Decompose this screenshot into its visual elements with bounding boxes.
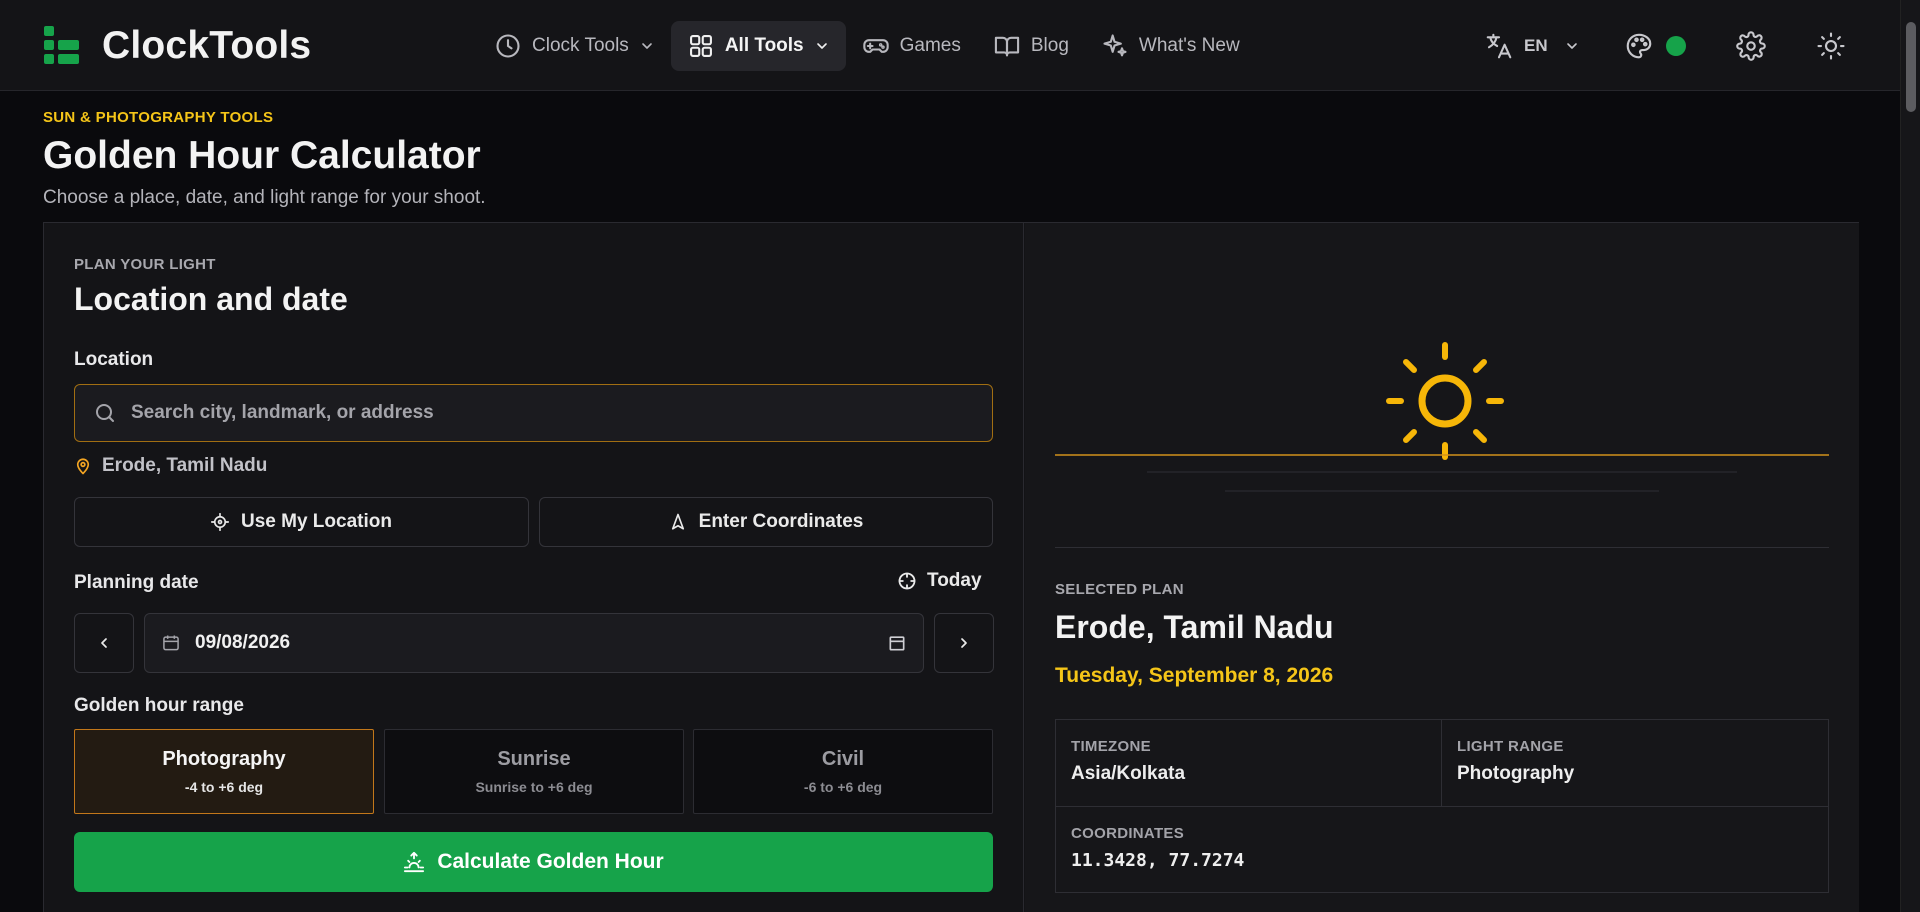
today-button[interactable]: Today — [897, 570, 982, 592]
light-range-label: LIGHT RANGE — [1457, 738, 1564, 755]
settings-button[interactable] — [1729, 24, 1773, 68]
scrollbar[interactable] — [1900, 0, 1920, 912]
gamepad-icon — [862, 39, 889, 53]
target-icon — [898, 572, 916, 590]
coordinates-cell: COORDINATES 11.3428, 77.7274 — [1056, 807, 1259, 889]
theme-color-dot — [1666, 36, 1686, 56]
timezone-cell: TIMEZONE Asia/Kolkata — [1056, 720, 1200, 803]
golden-hour-range-label: Golden hour range — [74, 695, 244, 716]
translate-icon — [1486, 33, 1512, 59]
light-range-value: Photography — [1457, 763, 1575, 784]
page-eyebrow: SUN & PHOTOGRAPHY TOOLS — [43, 109, 274, 126]
previous-day-button[interactable] — [74, 613, 134, 673]
page-title: Golden Hour Calculator — [43, 134, 481, 177]
range-option-civil[interactable]: Civil -6 to +6 deg — [693, 729, 993, 814]
sunrise-icon — [404, 851, 425, 873]
location-label: Location — [74, 349, 154, 370]
calendar-picker-icon[interactable] — [887, 633, 907, 653]
plan-location-title: Erode, Tamil Nadu — [1055, 609, 1334, 645]
brand-name: ClockTools — [102, 24, 312, 67]
enter-coordinates-label: Enter Coordinates — [698, 511, 864, 532]
sun-horizon-icon — [1055, 342, 1829, 492]
calculate-golden-hour-label: Calculate Golden Hour — [437, 850, 664, 873]
search-icon — [96, 404, 114, 422]
coordinates-value: 11.3428, 77.7274 — [1071, 850, 1245, 871]
selected-location: Erode, Tamil Nadu — [74, 455, 267, 477]
range-option-sunrise[interactable]: Sunrise Sunrise to +6 deg — [384, 729, 684, 814]
language-code: EN — [1524, 36, 1548, 55]
range-option-detail: -6 to +6 deg — [803, 779, 883, 795]
light-range-cell: LIGHT RANGE Photography — [1442, 720, 1589, 803]
next-day-button[interactable] — [934, 613, 994, 673]
crosshair-icon — [211, 513, 229, 531]
main-nav: Clock Tools All Tools Games Blog What's … — [478, 21, 1256, 71]
top-navigation-bar: ClockTools Clock Tools All Tools Games B… — [0, 0, 1900, 91]
range-option-name: Photography — [162, 748, 286, 770]
logo-icon — [44, 26, 82, 66]
language-selector[interactable]: EN — [1484, 24, 1580, 68]
sparkles-icon — [1103, 34, 1127, 57]
timezone-label: TIMEZONE — [1071, 738, 1151, 755]
form-title: Location and date — [74, 281, 348, 317]
gear-icon — [1736, 31, 1766, 61]
selected-location-text: Erode, Tamil Nadu — [102, 455, 268, 476]
clock-icon — [496, 34, 520, 58]
plan-summary-panel: SELECTED PLAN Erode, Tamil Nadu Tuesday,… — [1025, 223, 1859, 912]
nav-games-label: Games — [899, 35, 961, 56]
nav-games[interactable]: Games — [846, 21, 977, 71]
nav-all-tools-label: All Tools — [724, 35, 804, 56]
chevron-down-icon — [1566, 43, 1577, 49]
today-label: Today — [927, 570, 982, 591]
calculate-golden-hour-button[interactable]: Calculate Golden Hour — [74, 832, 993, 892]
book-icon — [994, 36, 1020, 57]
location-search-box[interactable] — [74, 384, 993, 442]
chevron-right-icon — [961, 638, 967, 648]
scrollbar-thumb[interactable] — [1906, 22, 1916, 112]
coordinates-label: COORDINATES — [1071, 825, 1185, 842]
panel-divider — [1055, 547, 1829, 548]
map-pin-icon — [76, 458, 90, 475]
enter-coordinates-button[interactable]: Enter Coordinates — [539, 497, 993, 547]
nav-whats-new[interactable]: What's New — [1085, 21, 1256, 71]
timezone-value: Asia/Kolkata — [1071, 763, 1186, 784]
planning-date-value: 09/08/2026 — [195, 632, 291, 653]
nav-blog-label: Blog — [1030, 35, 1069, 56]
chevron-down-icon — [816, 43, 827, 49]
nav-clock-tools[interactable]: Clock Tools — [478, 21, 671, 71]
sun-illustration — [1025, 223, 1859, 548]
range-option-name: Civil — [821, 748, 865, 770]
nav-whats-new-label: What's New — [1138, 35, 1240, 56]
calculator-card: PLAN YOUR LIGHT Location and date Locati… — [43, 222, 1859, 912]
nav-clock-tools-label: Clock Tools — [532, 35, 629, 56]
planning-date-label: Planning date — [74, 572, 199, 593]
grid-icon — [689, 35, 712, 57]
range-option-detail: -4 to +6 deg — [184, 779, 264, 795]
palette-icon — [1626, 33, 1652, 59]
theme-palette-button[interactable] — [1624, 24, 1686, 68]
light-mode-toggle[interactable] — [1809, 24, 1853, 68]
sun-toggle-icon — [1817, 32, 1845, 60]
range-option-photography[interactable]: Photography -4 to +6 deg — [74, 729, 374, 814]
chevron-down-icon — [642, 43, 652, 49]
location-search-input[interactable] — [131, 402, 931, 424]
brand-logo[interactable]: ClockTools — [44, 24, 311, 68]
nav-blog[interactable]: Blog — [977, 21, 1085, 71]
range-option-name: Sunrise — [497, 748, 571, 770]
plan-eyebrow: SELECTED PLAN — [1055, 581, 1184, 598]
use-my-location-button[interactable]: Use My Location — [74, 497, 529, 547]
calendar-icon — [163, 635, 179, 651]
page-subtitle: Choose a place, date, and light range fo… — [43, 187, 486, 208]
plan-details-grid: TIMEZONE Asia/Kolkata LIGHT RANGE Photog… — [1055, 719, 1829, 893]
use-my-location-label: Use My Location — [241, 511, 392, 532]
planning-date-input[interactable]: 09/08/2026 — [144, 613, 924, 673]
navigation-arrow-icon — [671, 513, 684, 530]
range-option-detail: Sunrise to +6 deg — [475, 779, 593, 795]
planner-form-panel: PLAN YOUR LIGHT Location and date Locati… — [44, 223, 1024, 912]
plan-date: Tuesday, September 8, 2026 — [1055, 664, 1334, 687]
nav-all-tools[interactable]: All Tools — [670, 21, 846, 71]
form-eyebrow: PLAN YOUR LIGHT — [74, 256, 216, 273]
chevron-left-icon — [101, 638, 107, 648]
